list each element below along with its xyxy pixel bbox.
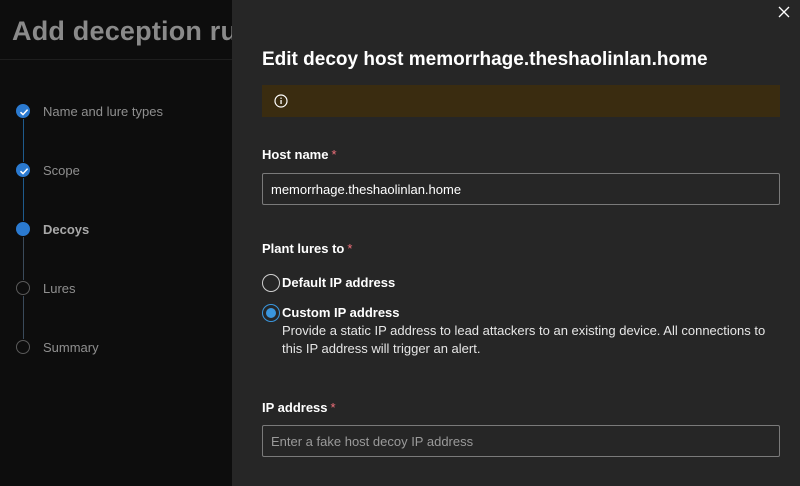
ip-address-label: IP address *: [262, 400, 336, 415]
radio-default-ip-address[interactable]: Default IP address: [262, 274, 395, 292]
wizard-title: Add deception ru: [12, 16, 238, 46]
wizard-step-decoys[interactable]: Decoys: [16, 221, 89, 237]
wizard-step-lures[interactable]: Lures: [16, 280, 76, 296]
ip-address-label-text: IP address: [262, 400, 328, 415]
step-connector: [23, 178, 24, 221]
plant-lures-label: Plant lures to *: [262, 241, 352, 256]
edit-decoy-panel: Edit decoy host memorrhage.theshaolinlan…: [232, 0, 800, 486]
ip-address-input[interactable]: [262, 425, 780, 457]
info-message-bar: [262, 85, 780, 117]
close-button[interactable]: [774, 2, 794, 22]
radio-label: Default IP address: [282, 275, 396, 290]
wizard-step-scope[interactable]: Scope: [16, 162, 80, 178]
wizard-background: Add deception ru Name and lure types Sco…: [0, 0, 237, 486]
radio-custom-ip-address[interactable]: Custom IP address Provide a static IP ad…: [262, 304, 782, 358]
radio-button[interactable]: [262, 274, 280, 292]
step-connector: [23, 237, 24, 280]
plant-lures-label-text: Plant lures to: [262, 241, 345, 256]
required-mark: *: [330, 400, 336, 415]
radio-description: Provide a static IP address to lead atta…: [282, 323, 766, 356]
pending-step-dot-icon: [16, 340, 30, 354]
step-connector: [23, 119, 24, 162]
wizard-step-label: Name and lure types: [43, 103, 163, 119]
required-mark: *: [331, 147, 337, 162]
wizard-step-label: Scope: [43, 162, 80, 178]
checkmark-icon: [16, 104, 30, 118]
panel-title: Edit decoy host memorrhage.theshaolinlan…: [262, 49, 708, 70]
radio-button-selected[interactable]: [262, 304, 280, 322]
step-connector: [23, 296, 24, 339]
wizard-step-name-and-lure-types[interactable]: Name and lure types: [16, 103, 163, 119]
host-name-label: Host name *: [262, 147, 337, 162]
current-step-dot-icon: [16, 222, 30, 236]
wizard-step-label: Summary: [43, 339, 99, 355]
host-name-label-text: Host name: [262, 147, 329, 162]
wizard-step-label: Lures: [43, 280, 76, 296]
pending-step-dot-icon: [16, 281, 30, 295]
wizard-step-label: Decoys: [43, 221, 90, 237]
wizard-divider: [0, 59, 232, 60]
required-mark: *: [347, 241, 353, 256]
wizard-step-summary[interactable]: Summary: [16, 339, 99, 355]
checkmark-icon: [16, 163, 30, 177]
info-icon: [274, 94, 288, 108]
radio-label: Custom IP address: [282, 305, 400, 320]
host-name-input[interactable]: [262, 173, 780, 205]
close-icon: [778, 6, 790, 18]
